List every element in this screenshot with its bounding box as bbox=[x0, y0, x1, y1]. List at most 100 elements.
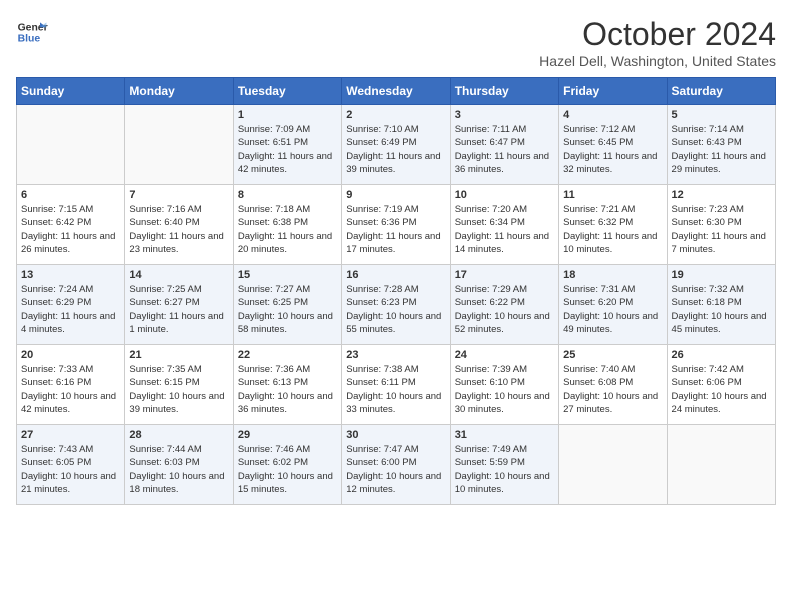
calendar-cell: 28 Sunrise: 7:44 AMSunset: 6:03 PMDayligh… bbox=[125, 425, 233, 505]
calendar-cell bbox=[17, 105, 125, 185]
day-info: Sunrise: 7:27 AMSunset: 6:25 PMDaylight:… bbox=[238, 283, 337, 336]
calendar-cell: 31 Sunrise: 7:49 AMSunset: 5:59 PMDayligh… bbox=[450, 425, 558, 505]
calendar-header: Sunday Monday Tuesday Wednesday Thursday… bbox=[17, 78, 776, 105]
calendar-cell bbox=[667, 425, 775, 505]
day-info: Sunrise: 7:10 AMSunset: 6:49 PMDaylight:… bbox=[346, 123, 445, 176]
day-info: Sunrise: 7:38 AMSunset: 6:11 PMDaylight:… bbox=[346, 363, 445, 416]
day-number: 4 bbox=[563, 109, 662, 121]
day-number: 28 bbox=[129, 429, 228, 441]
calendar-week-2: 6Sunrise: 7:15 AMSunset: 6:42 PMDaylight… bbox=[17, 185, 776, 265]
day-number: 20 bbox=[21, 349, 120, 361]
header-monday: Monday bbox=[125, 78, 233, 105]
day-number: 14 bbox=[129, 269, 228, 281]
day-info: Sunrise: 7:44 AMSunset: 6:03 PMDaylight:… bbox=[129, 443, 228, 496]
day-number: 27 bbox=[21, 429, 120, 441]
day-number: 16 bbox=[346, 269, 445, 281]
day-number: 17 bbox=[455, 269, 554, 281]
day-number: 5 bbox=[672, 109, 771, 121]
header-saturday: Saturday bbox=[667, 78, 775, 105]
day-info: Sunrise: 7:43 AMSunset: 6:05 PMDaylight:… bbox=[21, 443, 120, 496]
day-number: 8 bbox=[238, 189, 337, 201]
day-info: Sunrise: 7:33 AMSunset: 6:16 PMDaylight:… bbox=[21, 363, 120, 416]
calendar-cell: 7 Sunrise: 7:16 AMSunset: 6:40 PMDaylight… bbox=[125, 185, 233, 265]
calendar-cell: 29Sunrise: 7:46 AMSunset: 6:02 PMDayligh… bbox=[233, 425, 341, 505]
calendar-table: Sunday Monday Tuesday Wednesday Thursday… bbox=[16, 77, 776, 505]
calendar-cell: 11Sunrise: 7:21 AMSunset: 6:32 PMDayligh… bbox=[559, 185, 667, 265]
day-info: Sunrise: 7:23 AMSunset: 6:30 PMDaylight:… bbox=[672, 203, 771, 256]
day-number: 7 bbox=[129, 189, 228, 201]
calendar-cell: 1Sunrise: 7:09 AMSunset: 6:51 PMDaylight… bbox=[233, 105, 341, 185]
month-title: October 2024 bbox=[539, 16, 776, 53]
day-number: 13 bbox=[21, 269, 120, 281]
calendar-cell: 20 Sunrise: 7:33 AMSunset: 6:16 PMDayligh… bbox=[17, 345, 125, 425]
calendar-week-3: 13 Sunrise: 7:24 AMSunset: 6:29 PMDayligh… bbox=[17, 265, 776, 345]
day-info: Sunrise: 7:24 AMSunset: 6:29 PMDaylight:… bbox=[21, 283, 120, 336]
header-thursday: Thursday bbox=[450, 78, 558, 105]
calendar-cell: 16 Sunrise: 7:28 AMSunset: 6:23 PMDayligh… bbox=[342, 265, 450, 345]
calendar-body: 1Sunrise: 7:09 AMSunset: 6:51 PMDaylight… bbox=[17, 105, 776, 505]
day-number: 2 bbox=[346, 109, 445, 121]
location: Hazel Dell, Washington, United States bbox=[539, 53, 776, 69]
day-number: 12 bbox=[672, 189, 771, 201]
calendar-cell: 10 Sunrise: 7:20 AMSunset: 6:34 PMDayligh… bbox=[450, 185, 558, 265]
day-number: 10 bbox=[455, 189, 554, 201]
calendar-cell: 5 Sunrise: 7:14 AMSunset: 6:43 PMDaylight… bbox=[667, 105, 775, 185]
calendar-cell: 2 Sunrise: 7:10 AMSunset: 6:49 PMDaylight… bbox=[342, 105, 450, 185]
day-info: Sunrise: 7:42 AMSunset: 6:06 PMDaylight:… bbox=[672, 363, 771, 416]
calendar-cell: 4Sunrise: 7:12 AMSunset: 6:45 PMDaylight… bbox=[559, 105, 667, 185]
day-number: 15 bbox=[238, 269, 337, 281]
day-info: Sunrise: 7:31 AMSunset: 6:20 PMDaylight:… bbox=[563, 283, 662, 336]
calendar-cell: 17 Sunrise: 7:29 AMSunset: 6:22 PMDayligh… bbox=[450, 265, 558, 345]
calendar-cell: 30 Sunrise: 7:47 AMSunset: 6:00 PMDayligh… bbox=[342, 425, 450, 505]
calendar-cell: 24Sunrise: 7:39 AMSunset: 6:10 PMDayligh… bbox=[450, 345, 558, 425]
day-number: 30 bbox=[346, 429, 445, 441]
calendar-cell: 22 Sunrise: 7:36 AMSunset: 6:13 PMDayligh… bbox=[233, 345, 341, 425]
day-number: 11 bbox=[563, 189, 662, 201]
calendar-cell: 27 Sunrise: 7:43 AMSunset: 6:05 PMDayligh… bbox=[17, 425, 125, 505]
day-info: Sunrise: 7:19 AMSunset: 6:36 PMDaylight:… bbox=[346, 203, 445, 256]
day-number: 21 bbox=[129, 349, 228, 361]
calendar-week-5: 27 Sunrise: 7:43 AMSunset: 6:05 PMDayligh… bbox=[17, 425, 776, 505]
day-info: Sunrise: 7:20 AMSunset: 6:34 PMDaylight:… bbox=[455, 203, 554, 256]
logo: General Blue bbox=[16, 16, 48, 48]
day-info: Sunrise: 7:15 AMSunset: 6:42 PMDaylight:… bbox=[21, 203, 120, 256]
day-number: 19 bbox=[672, 269, 771, 281]
day-info: Sunrise: 7:35 AMSunset: 6:15 PMDaylight:… bbox=[129, 363, 228, 416]
calendar-cell: 26 Sunrise: 7:42 AMSunset: 6:06 PMDayligh… bbox=[667, 345, 775, 425]
day-number: 25 bbox=[563, 349, 662, 361]
calendar-cell: 25 Sunrise: 7:40 AMSunset: 6:08 PMDayligh… bbox=[559, 345, 667, 425]
day-info: Sunrise: 7:32 AMSunset: 6:18 PMDaylight:… bbox=[672, 283, 771, 336]
day-info: Sunrise: 7:18 AMSunset: 6:38 PMDaylight:… bbox=[238, 203, 337, 256]
page-header: General Blue October 2024 Hazel Dell, Wa… bbox=[16, 16, 776, 69]
day-info: Sunrise: 7:09 AMSunset: 6:51 PMDaylight:… bbox=[238, 123, 337, 176]
svg-text:Blue: Blue bbox=[18, 34, 41, 45]
day-info: Sunrise: 7:49 AMSunset: 5:59 PMDaylight:… bbox=[455, 443, 554, 496]
calendar-cell: 12 Sunrise: 7:23 AMSunset: 6:30 PMDayligh… bbox=[667, 185, 775, 265]
header-row: Sunday Monday Tuesday Wednesday Thursday… bbox=[17, 78, 776, 105]
calendar-cell: 9 Sunrise: 7:19 AMSunset: 6:36 PMDaylight… bbox=[342, 185, 450, 265]
calendar-cell: 21 Sunrise: 7:35 AMSunset: 6:15 PMDayligh… bbox=[125, 345, 233, 425]
calendar-cell: 6Sunrise: 7:15 AMSunset: 6:42 PMDaylight… bbox=[17, 185, 125, 265]
day-number: 26 bbox=[672, 349, 771, 361]
day-number: 31 bbox=[455, 429, 554, 441]
day-info: Sunrise: 7:14 AMSunset: 6:43 PMDaylight:… bbox=[672, 123, 771, 176]
calendar-cell: 14 Sunrise: 7:25 AMSunset: 6:27 PMDayligh… bbox=[125, 265, 233, 345]
title-block: October 2024 Hazel Dell, Washington, Uni… bbox=[539, 16, 776, 69]
header-wednesday: Wednesday bbox=[342, 78, 450, 105]
day-info: Sunrise: 7:39 AMSunset: 6:10 PMDaylight:… bbox=[455, 363, 554, 416]
calendar-cell: 15 Sunrise: 7:27 AMSunset: 6:25 PMDayligh… bbox=[233, 265, 341, 345]
day-info: Sunrise: 7:28 AMSunset: 6:23 PMDaylight:… bbox=[346, 283, 445, 336]
calendar-week-4: 20 Sunrise: 7:33 AMSunset: 6:16 PMDayligh… bbox=[17, 345, 776, 425]
day-info: Sunrise: 7:29 AMSunset: 6:22 PMDaylight:… bbox=[455, 283, 554, 336]
day-number: 22 bbox=[238, 349, 337, 361]
day-info: Sunrise: 7:25 AMSunset: 6:27 PMDaylight:… bbox=[129, 283, 228, 336]
calendar-cell bbox=[559, 425, 667, 505]
header-friday: Friday bbox=[559, 78, 667, 105]
calendar-cell: 13 Sunrise: 7:24 AMSunset: 6:29 PMDayligh… bbox=[17, 265, 125, 345]
day-info: Sunrise: 7:16 AMSunset: 6:40 PMDaylight:… bbox=[129, 203, 228, 256]
day-info: Sunrise: 7:36 AMSunset: 6:13 PMDaylight:… bbox=[238, 363, 337, 416]
day-number: 9 bbox=[346, 189, 445, 201]
calendar-cell: 19 Sunrise: 7:32 AMSunset: 6:18 PMDayligh… bbox=[667, 265, 775, 345]
day-info: Sunrise: 7:40 AMSunset: 6:08 PMDaylight:… bbox=[563, 363, 662, 416]
day-info: Sunrise: 7:47 AMSunset: 6:00 PMDaylight:… bbox=[346, 443, 445, 496]
